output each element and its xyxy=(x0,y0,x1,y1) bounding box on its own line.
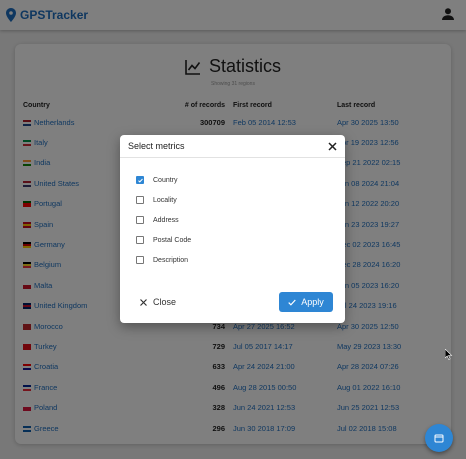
metric-option-label: Description xyxy=(153,256,189,264)
calendar-fab-button[interactable] xyxy=(425,424,453,452)
metric-option[interactable]: Description xyxy=(136,250,345,270)
apply-button[interactable]: Apply xyxy=(279,292,333,312)
metric-option-label: Address xyxy=(153,216,179,224)
metric-option-label: Locality xyxy=(153,196,177,204)
checkbox[interactable] xyxy=(136,176,144,184)
calendar-icon xyxy=(434,434,444,443)
metric-option[interactable]: Address xyxy=(136,210,345,230)
checkbox[interactable] xyxy=(136,216,144,224)
checkbox[interactable] xyxy=(136,196,144,204)
apply-button-label: Apply xyxy=(301,297,324,307)
check-icon xyxy=(288,299,296,306)
checkbox[interactable] xyxy=(136,236,144,244)
check-icon xyxy=(137,178,143,183)
dialog-header: Select metrics xyxy=(120,135,345,158)
dialog-title: Select metrics xyxy=(128,141,185,151)
checkbox[interactable] xyxy=(136,256,144,264)
metric-option[interactable]: Locality xyxy=(136,190,345,210)
metric-option-label: Country xyxy=(153,176,178,184)
close-icon xyxy=(140,298,147,306)
select-metrics-dialog: Select metrics Country Locality Address Pos… xyxy=(120,135,345,323)
metric-option[interactable]: Postal Code xyxy=(136,230,345,250)
mouse-cursor-icon xyxy=(445,349,453,360)
metrics-options: Country Locality Address Postal Code Descrip… xyxy=(120,158,345,270)
close-button[interactable]: Close xyxy=(134,292,190,312)
close-button-label: Close xyxy=(153,297,177,307)
metric-option-label: Postal Code xyxy=(153,236,192,244)
metric-option[interactable]: Country xyxy=(136,170,345,190)
close-icon[interactable] xyxy=(328,141,337,151)
